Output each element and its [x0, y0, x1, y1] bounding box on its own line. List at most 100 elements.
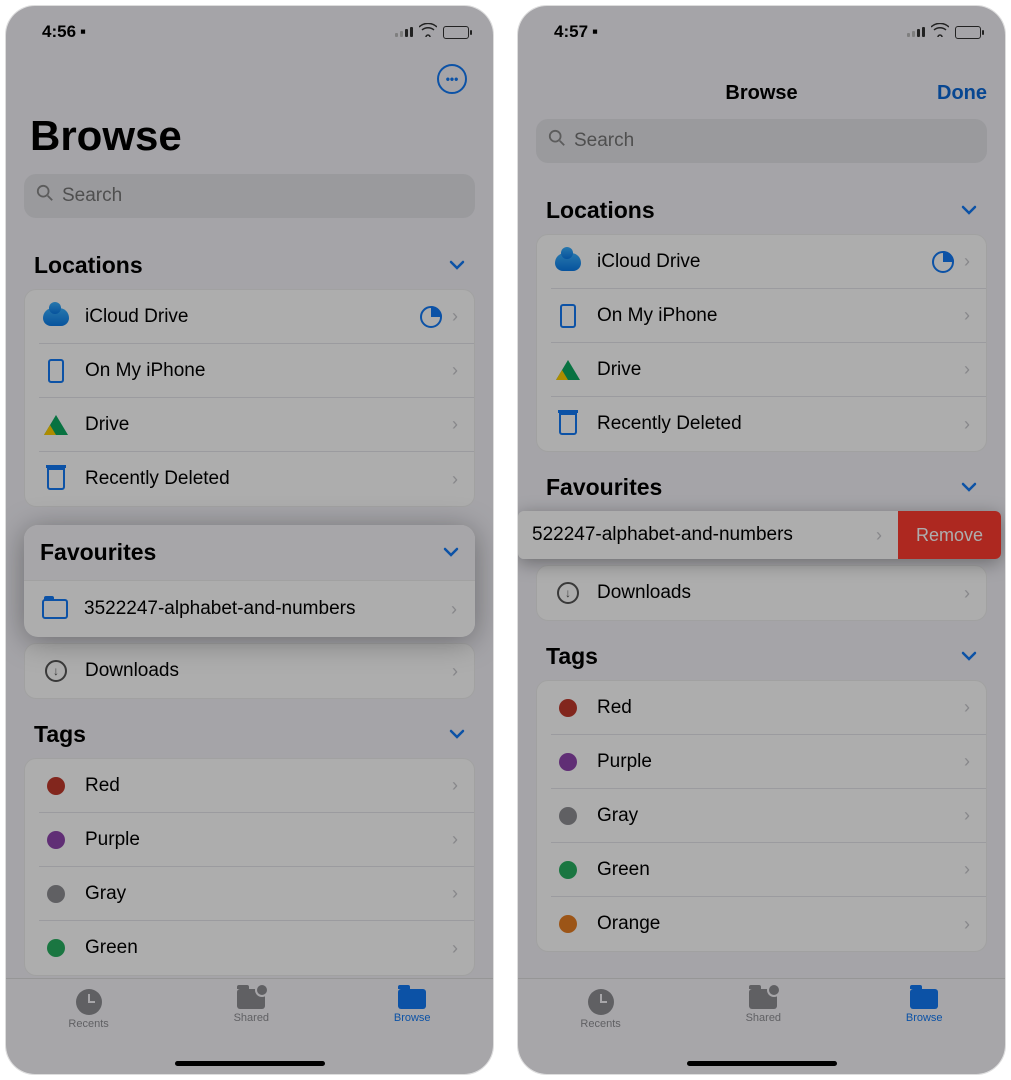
- tag-green[interactable]: Green ›: [551, 843, 986, 897]
- tab-label: Browse: [906, 1012, 943, 1024]
- list-item-label: On My iPhone: [597, 305, 964, 327]
- clock-icon: [76, 989, 102, 1015]
- home-indicator[interactable]: [175, 1061, 325, 1066]
- favourites-section-highlighted: Favourites 3522247-alphabet-and-numbers …: [24, 525, 475, 637]
- chevron-right-icon: ›: [964, 859, 976, 880]
- chevron-right-icon: ›: [452, 829, 464, 850]
- tag-red[interactable]: Red ›: [551, 681, 986, 735]
- done-button[interactable]: Done: [937, 82, 987, 105]
- chevron-right-icon: ›: [964, 697, 976, 718]
- location-recently-deleted[interactable]: Recently Deleted ›: [551, 397, 986, 451]
- chevron-right-icon: ›: [964, 359, 976, 380]
- search-field[interactable]: [536, 119, 987, 163]
- locations-title: Locations: [546, 197, 655, 224]
- list-item-label: Gray: [85, 883, 452, 905]
- chevron-down-icon: [961, 479, 977, 497]
- storage-pie-icon: [932, 251, 954, 273]
- tab-bar: Recents Shared Browse: [6, 978, 493, 1074]
- tag-purple[interactable]: Purple ›: [551, 735, 986, 789]
- tags-header[interactable]: Tags: [536, 621, 987, 680]
- favourite-item[interactable]: 3522247-alphabet-and-numbers ›: [38, 581, 475, 637]
- locations-header[interactable]: Locations: [536, 175, 987, 234]
- remove-button[interactable]: Remove: [898, 511, 1001, 559]
- search-input[interactable]: [574, 130, 975, 152]
- search-input[interactable]: [62, 185, 463, 207]
- list-item-label: Red: [85, 775, 452, 797]
- downloads-item[interactable]: ↓ Downloads ›: [39, 644, 474, 698]
- location-icloud[interactable]: iCloud Drive ›: [39, 290, 474, 344]
- download-icon: ↓: [39, 660, 73, 682]
- tags-list: Red › Purple › Gray › Green ›: [24, 758, 475, 976]
- shared-folder-icon: [237, 989, 265, 1009]
- chevron-down-icon: [443, 544, 459, 562]
- chevron-right-icon: ›: [452, 469, 464, 490]
- chevron-down-icon: [449, 726, 465, 744]
- list-item-label: Drive: [597, 359, 964, 381]
- location-icloud[interactable]: iCloud Drive ›: [551, 235, 986, 289]
- chevron-right-icon: ›: [964, 805, 976, 826]
- chevron-right-icon: ›: [964, 583, 976, 604]
- location-drive[interactable]: Drive ›: [39, 398, 474, 452]
- tab-browse[interactable]: Browse: [394, 989, 431, 1024]
- tab-recents[interactable]: Recents: [580, 989, 620, 1030]
- tag-dot-icon: [551, 699, 585, 717]
- list-item-label: Recently Deleted: [85, 468, 452, 490]
- cloud-icon: [551, 253, 585, 271]
- locations-header[interactable]: Locations: [24, 230, 475, 289]
- tag-dot-icon: [39, 939, 73, 957]
- list-item-label: Drive: [85, 414, 452, 436]
- home-indicator[interactable]: [687, 1061, 837, 1066]
- tag-gray[interactable]: Gray ›: [551, 789, 986, 843]
- list-item-label: Green: [85, 937, 452, 959]
- list-item-label: 522247-alphabet-and-numbers: [532, 524, 793, 546]
- chevron-right-icon: ›: [452, 938, 464, 959]
- chevron-right-icon: ›: [452, 883, 464, 904]
- tag-red[interactable]: Red ›: [39, 759, 474, 813]
- search-field[interactable]: [24, 174, 475, 218]
- chevron-down-icon: [961, 648, 977, 666]
- tab-recents[interactable]: Recents: [68, 989, 108, 1030]
- list-item-label: Purple: [597, 751, 964, 773]
- trash-icon: [551, 413, 585, 435]
- list-item-label: iCloud Drive: [85, 306, 420, 328]
- page-title: Browse: [30, 112, 475, 160]
- favourites-header[interactable]: Favourites: [536, 452, 987, 511]
- tag-gray[interactable]: Gray ›: [39, 867, 474, 921]
- status-time: 4:56: [42, 22, 76, 42]
- list-item-label: 3522247-alphabet-and-numbers: [84, 598, 451, 620]
- list-item-label: iCloud Drive: [597, 251, 932, 273]
- list-item-label: Purple: [85, 829, 452, 851]
- cloud-icon: [39, 308, 73, 326]
- chevron-right-icon: ›: [451, 599, 463, 620]
- location-on-my-iphone[interactable]: On My iPhone ›: [39, 344, 474, 398]
- folder-icon: [38, 599, 72, 619]
- location-on-my-iphone[interactable]: On My iPhone ›: [551, 289, 986, 343]
- nav-header: Browse Done: [518, 54, 1005, 115]
- locations-list: iCloud Drive › On My iPhone › Drive › Re…: [536, 234, 987, 452]
- tag-green[interactable]: Green ›: [39, 921, 474, 975]
- iphone-icon: [551, 304, 585, 328]
- favourites-header[interactable]: Favourites: [24, 525, 475, 581]
- list-item-label: Downloads: [85, 660, 452, 682]
- more-menu-button[interactable]: •••: [437, 64, 467, 94]
- phone-left: 4:56 ▪ ••• Browse Locations: [5, 5, 494, 1075]
- downloads-item[interactable]: ↓ Downloads ›: [551, 566, 986, 620]
- tab-browse[interactable]: Browse: [906, 989, 943, 1024]
- tags-header[interactable]: Tags: [24, 699, 475, 758]
- chevron-right-icon: ›: [452, 661, 464, 682]
- tab-shared[interactable]: Shared: [234, 989, 269, 1024]
- tab-shared[interactable]: Shared: [746, 989, 781, 1024]
- favourite-item-swiped[interactable]: 522247-alphabet-and-numbers › Remove: [518, 511, 1001, 559]
- location-drive[interactable]: Drive ›: [551, 343, 986, 397]
- clock-icon: [588, 989, 614, 1015]
- signal-icon: [395, 27, 413, 37]
- tag-purple[interactable]: Purple ›: [39, 813, 474, 867]
- location-recently-deleted[interactable]: Recently Deleted ›: [39, 452, 474, 506]
- downloads-list: ↓ Downloads ›: [24, 643, 475, 699]
- tag-orange[interactable]: Orange ›: [551, 897, 986, 951]
- chevron-right-icon: ›: [452, 414, 464, 435]
- tab-label: Recents: [580, 1018, 620, 1030]
- chevron-right-icon: ›: [452, 360, 464, 381]
- tags-title: Tags: [546, 643, 598, 670]
- favourite-item-content[interactable]: 522247-alphabet-and-numbers ›: [518, 511, 898, 559]
